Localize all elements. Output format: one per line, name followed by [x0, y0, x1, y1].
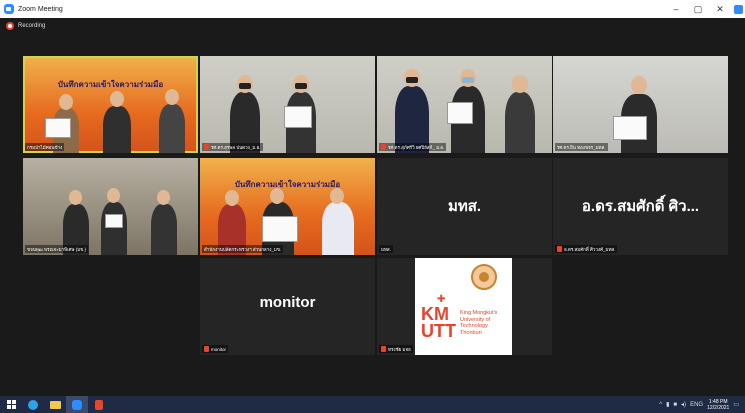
- taskbar-file-explorer-icon[interactable]: [44, 396, 66, 413]
- recording-label: Recording: [18, 23, 46, 29]
- participant-head: [330, 188, 344, 204]
- face-mask: [462, 77, 474, 83]
- volume-icon[interactable]: ◂): [681, 401, 686, 408]
- recording-indicator[interactable]: Recording: [6, 22, 45, 30]
- participant-head: [512, 75, 528, 93]
- window-title: Zoom Meeting: [18, 5, 63, 13]
- system-tray: ^ ▮ ■ ◂) ENG 1:48 PM 12/2/2021 ▭: [659, 396, 739, 413]
- taskbar-zoom-icon[interactable]: [66, 396, 88, 413]
- zoom-app-icon: [4, 4, 14, 14]
- input-language[interactable]: ENG: [690, 402, 703, 408]
- mic-muted-icon: [381, 346, 386, 352]
- participant-figure: [103, 106, 131, 153]
- participant-head: [110, 91, 124, 107]
- participant-name-bar: monitor: [202, 345, 229, 353]
- clock-time: 1:48 PM: [708, 398, 728, 405]
- participant-name: ขจนพุฒ พรณจะมาพิเศษ (มข.): [27, 246, 87, 252]
- participant-name: รศ.ดร.ยิน ทองขจร_มทส.: [557, 144, 606, 150]
- participant-figure: [151, 204, 177, 255]
- signed-document: [45, 118, 71, 138]
- close-button[interactable]: ✕: [709, 0, 731, 18]
- mic-muted-icon: [204, 346, 209, 352]
- logo-university-name: King Mongkut's University of Technology …: [460, 310, 498, 336]
- university-logo-video: ✚ KM UTT King Mongkut's University of Tec…: [415, 258, 512, 355]
- participant-name-bar: ขจนพุฒ พรณจะมาพิเศษ (มข.): [25, 245, 89, 253]
- participant-name: มทส.: [381, 246, 391, 252]
- participant-name-bar: รศ.ดร.สุรพล ปนดวง_ม.อ.: [202, 143, 263, 151]
- university-seal-icon: [471, 264, 497, 290]
- participant-name-bar: ทรงชัย มจธ: [379, 345, 413, 353]
- window-controls: – ▢ ✕: [665, 0, 745, 18]
- video-tile-3[interactable]: รศ.ดร.สุภัศร์วิ ยศปิยัสก์_ ม.อ.: [377, 56, 552, 153]
- participant-figure: [505, 92, 535, 153]
- participant-name: รศ.ดร.สุรพล ปนดวง_ม.อ.: [211, 144, 261, 150]
- signed-document: [262, 216, 298, 242]
- window-titlebar: Zoom Meeting – ▢ ✕: [0, 0, 745, 18]
- participant-name-bar: สำนักงานปลัดกระทรวงฯ ส่วนกลาง_มข.: [202, 245, 284, 253]
- windows-logo-icon: [6, 400, 16, 409]
- logo-mark: KM UTT: [421, 304, 456, 341]
- participant-figure: [159, 104, 185, 153]
- participant-head: [165, 89, 179, 105]
- participant-head: [59, 94, 73, 110]
- clock-date: 12/2/2021: [707, 404, 730, 411]
- clock[interactable]: 1:48 PM 12/2/2021: [707, 399, 729, 411]
- recording-icon: [6, 22, 14, 30]
- video-tile-5[interactable]: ขจนพุฒ พรณจะมาพิเศษ (มข.): [23, 158, 198, 255]
- video-tile-7[interactable]: มทส. มทส.: [377, 158, 552, 255]
- participant-head: [107, 188, 120, 203]
- start-button[interactable]: [0, 396, 22, 413]
- video-tile-9[interactable]: monitor monitor: [200, 258, 375, 355]
- signed-document: [447, 102, 473, 124]
- participant-head: [270, 188, 284, 204]
- participant-name: กรมป่าไม้ค่อนข้าง: [27, 144, 63, 150]
- participant-name: สำนักงานปลัดกระทรวงฯ ส่วนกลาง_มข.: [204, 246, 282, 252]
- participant-display-name: มทส.: [447, 198, 482, 215]
- participant-head: [157, 190, 170, 205]
- participant-name-bar: กรมป่าไม้ค่อนข้าง: [25, 143, 65, 151]
- zoom-tray-icon[interactable]: [731, 0, 745, 18]
- maximize-button[interactable]: ▢: [687, 0, 709, 18]
- mic-muted-icon: [204, 144, 209, 150]
- participant-head: [69, 190, 82, 205]
- minimize-button[interactable]: –: [665, 0, 687, 18]
- participant-name-bar: รศ.ดร.ยิน ทองขจร_มทส.: [555, 143, 608, 151]
- windows-taskbar: ^ ▮ ■ ◂) ENG 1:48 PM 12/2/2021 ▭: [0, 396, 745, 413]
- video-tile-6[interactable]: บันทึกความเข้าใจความร่วมมือ สำนักงานปลัด…: [200, 158, 375, 255]
- participant-name: ทรงชัย มจธ: [388, 346, 411, 352]
- participant-name: รศ.ดร.สุภัศร์วิ ยศปิยัสก์_ ม.อ.: [388, 144, 445, 150]
- participant-name-bar: รศ.ดร.สุภัศร์วิ ยศปิยัสก์_ ม.อ.: [379, 143, 447, 151]
- participant-name-bar: อ.ดร.สมศักดิ์ ศิววงศ์_มทส.: [555, 245, 618, 253]
- camera-icon[interactable]: ■: [673, 402, 677, 408]
- participant-head: [225, 190, 239, 206]
- participant-head: [631, 76, 647, 94]
- face-mask: [406, 77, 418, 83]
- video-tile-2[interactable]: รศ.ดร.สุรพล ปนดวง_ม.อ.: [200, 56, 375, 153]
- mic-muted-icon: [381, 144, 386, 150]
- participant-figure: [322, 202, 354, 255]
- participant-name: อ.ดร.สมศักดิ์ ศิววงศ์_มทส.: [564, 246, 616, 252]
- participant-name: monitor: [211, 346, 227, 352]
- video-tile-4[interactable]: รศ.ดร.ยิน ทองขจร_มทส.: [553, 56, 728, 153]
- face-mask: [239, 83, 251, 89]
- network-icon[interactable]: ▮: [666, 401, 669, 408]
- mic-muted-icon: [557, 246, 562, 252]
- meeting-gallery-view: Recording บันทึกความเข้าใจความร่วมมือ กร…: [0, 18, 745, 396]
- video-tile-1[interactable]: บันทึกความเข้าใจความร่วมมือ กรมป่าไม้ค่อ…: [23, 56, 198, 153]
- participant-display-name: อ.ดร.สมศักดิ์ ศิว...: [581, 198, 700, 215]
- banner-text: บันทึกความเข้าใจความร่วมมือ: [234, 180, 341, 189]
- participant-figure: [101, 202, 127, 255]
- notifications-icon[interactable]: ▭: [733, 401, 739, 408]
- participant-display-name: monitor: [259, 294, 316, 311]
- taskbar-edge-icon[interactable]: [22, 396, 44, 413]
- face-mask: [295, 83, 307, 89]
- taskbar-app-icon[interactable]: [88, 396, 110, 413]
- signed-document: [613, 116, 647, 140]
- signed-document: [105, 214, 123, 228]
- signed-document: [284, 106, 312, 128]
- video-tile-8[interactable]: อ.ดร.สมศักดิ์ ศิว... อ.ดร.สมศักดิ์ ศิววง…: [553, 158, 728, 255]
- participant-name-bar: มทส.: [379, 245, 393, 253]
- show-hidden-icons[interactable]: ^: [659, 402, 662, 408]
